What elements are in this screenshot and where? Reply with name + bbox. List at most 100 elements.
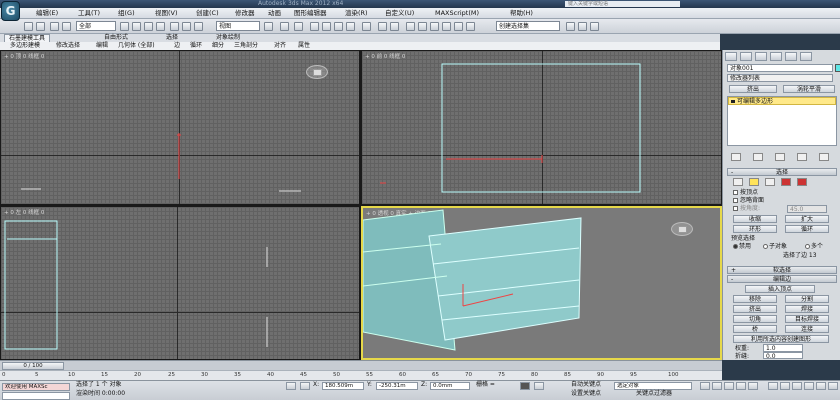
- graphite-toggle-icon[interactable]: [418, 22, 427, 31]
- pin-stack-icon[interactable]: [731, 153, 741, 161]
- rect-selection-icon[interactable]: [144, 22, 153, 31]
- loop-button[interactable]: 循环: [785, 225, 829, 233]
- set-key-icon[interactable]: [534, 382, 544, 390]
- selection-filter-select[interactable]: 全部: [76, 21, 116, 31]
- modify-tab-icon[interactable]: [740, 52, 752, 61]
- angle-value-field[interactable]: 45.0: [787, 205, 827, 213]
- by-angle-checkbox[interactable]: 按角度:: [733, 205, 760, 212]
- motion-tab-icon[interactable]: [770, 52, 782, 61]
- remove-button[interactable]: 移除: [733, 295, 777, 303]
- window-crossing-icon[interactable]: [156, 22, 165, 31]
- application-button[interactable]: G: [1, 1, 20, 21]
- layer-manager-icon[interactable]: [406, 22, 415, 31]
- goto-end-icon[interactable]: [748, 382, 758, 390]
- material-editor-icon[interactable]: [454, 22, 463, 31]
- hierarchy-tab-icon[interactable]: [755, 52, 767, 61]
- vertex-level-icon[interactable]: [733, 178, 743, 186]
- object-name-field[interactable]: 对象001: [727, 64, 833, 72]
- set-key-button[interactable]: 设置关键点: [571, 390, 601, 398]
- panel-properties[interactable]: 属性: [298, 42, 310, 50]
- redo-icon[interactable]: [36, 22, 45, 31]
- by-vertex-checkbox[interactable]: 按顶点: [733, 189, 758, 196]
- grow-button[interactable]: 扩大: [785, 215, 829, 223]
- modifier-list-select[interactable]: 修改器列表: [727, 74, 833, 82]
- panel-triangulation[interactable]: 三角剖分: [234, 42, 258, 50]
- panel-edit[interactable]: 编辑: [96, 42, 108, 50]
- preview-multi-radio[interactable]: 多个: [805, 243, 823, 250]
- polygon-level-icon[interactable]: [781, 178, 791, 186]
- rotate-icon[interactable]: [182, 22, 191, 31]
- ignore-backfacing-checkbox[interactable]: 忽略背面: [733, 197, 764, 204]
- lock-selection-icon[interactable]: [286, 382, 296, 390]
- spinner-snap-icon[interactable]: [346, 22, 355, 31]
- zoom-extents-icon[interactable]: [792, 382, 802, 390]
- schematic-view-icon[interactable]: [442, 22, 451, 31]
- auto-key-button[interactable]: 自动关键点: [571, 381, 601, 389]
- menu-view[interactable]: 视图(V): [155, 8, 178, 19]
- pivot-icon[interactable]: [264, 22, 273, 31]
- edge-level-icon[interactable]: [749, 178, 759, 186]
- reference-coord-select[interactable]: 视图: [216, 21, 260, 31]
- display-tab-icon[interactable]: [785, 52, 797, 61]
- shrink-button[interactable]: 收缩: [733, 215, 777, 223]
- angle-snap-icon[interactable]: [322, 22, 331, 31]
- menu-rendering[interactable]: 渲染(R): [345, 8, 368, 19]
- selected-object-select[interactable]: 选定对象: [614, 382, 692, 390]
- chamfer-button[interactable]: 切角: [733, 315, 777, 323]
- percent-snap-icon[interactable]: [334, 22, 343, 31]
- utilities-tab-icon[interactable]: [800, 52, 812, 61]
- split-button[interactable]: 分割: [785, 295, 829, 303]
- named-selection-set-select[interactable]: 创建选择集: [496, 21, 560, 31]
- ring-button[interactable]: 环形: [733, 225, 777, 233]
- menu-maxscript[interactable]: MAXScript(M): [435, 8, 479, 19]
- panel-subdivision[interactable]: 细分: [212, 42, 224, 50]
- z-coord-field[interactable]: 0.0mm: [430, 382, 470, 390]
- weld-button[interactable]: 焊接: [785, 305, 829, 313]
- show-end-result-icon[interactable]: [753, 153, 763, 161]
- tab-freeform[interactable]: 自由形式: [100, 34, 132, 42]
- key-filters-button[interactable]: 关键点过滤器: [636, 390, 672, 398]
- crease-field[interactable]: 0.0: [763, 352, 803, 360]
- menu-modifiers[interactable]: 修改器: [235, 8, 255, 19]
- absolute-mode-icon[interactable]: [300, 382, 310, 390]
- tab-selection[interactable]: 选择: [162, 34, 182, 42]
- extrude-modifier-button[interactable]: 挤出: [729, 85, 777, 93]
- link-icon[interactable]: [50, 22, 59, 31]
- object-color-swatch[interactable]: [835, 64, 840, 72]
- viewcube-persp[interactable]: [671, 222, 693, 236]
- border-level-icon[interactable]: [765, 178, 775, 186]
- key-mode-icon[interactable]: [520, 382, 530, 390]
- target-weld-button[interactable]: 目标焊接: [785, 315, 829, 323]
- preview-subobject-radio[interactable]: 子对象: [763, 243, 787, 250]
- extrude-button[interactable]: 挤出: [733, 305, 777, 313]
- play-icon[interactable]: [724, 382, 734, 390]
- menu-tools[interactable]: 工具(T): [78, 8, 100, 19]
- insert-vertex-button[interactable]: 插入顶点: [745, 285, 815, 293]
- select-manipulate-icon[interactable]: [280, 22, 289, 31]
- stack-item-editable-poly[interactable]: 可编辑多边形: [728, 97, 836, 105]
- panel-edges[interactable]: 边: [174, 42, 180, 50]
- configure-sets-icon[interactable]: [819, 153, 829, 161]
- tab-graphite-modeling[interactable]: 石墨建模工具: [4, 34, 51, 42]
- pan-icon[interactable]: [804, 382, 814, 390]
- prev-frame-icon[interactable]: [712, 382, 722, 390]
- time-slider-track[interactable]: 0 / 100: [0, 360, 722, 370]
- next-frame-icon[interactable]: [736, 382, 746, 390]
- rollout-soft-selection[interactable]: + 软选择: [727, 266, 837, 274]
- menu-animation[interactable]: 动画: [268, 8, 281, 19]
- maxscript-mini-listener[interactable]: 欢迎使用 MAXSc: [2, 383, 70, 391]
- mirror-icon[interactable]: [378, 22, 387, 31]
- menu-graph-editors[interactable]: 图形编辑器: [294, 8, 327, 19]
- panel-align[interactable]: 对齐: [274, 42, 286, 50]
- quick-render-icon[interactable]: [590, 22, 599, 31]
- track-bar[interactable]: 0 5 10 15 20 25 30 35 40 45 50 55 60 65 …: [0, 370, 722, 380]
- move-icon[interactable]: [170, 22, 179, 31]
- menu-group[interactable]: 组(G): [118, 8, 135, 19]
- rollout-selection[interactable]: - 选择: [727, 168, 837, 176]
- select-object-icon[interactable]: [120, 22, 129, 31]
- maximize-viewport-icon[interactable]: [828, 382, 838, 390]
- zoom-icon[interactable]: [768, 382, 778, 390]
- scale-icon[interactable]: [194, 22, 203, 31]
- preview-disabled-radio[interactable]: 禁用: [733, 243, 751, 250]
- panel-loops[interactable]: 循环: [190, 42, 202, 50]
